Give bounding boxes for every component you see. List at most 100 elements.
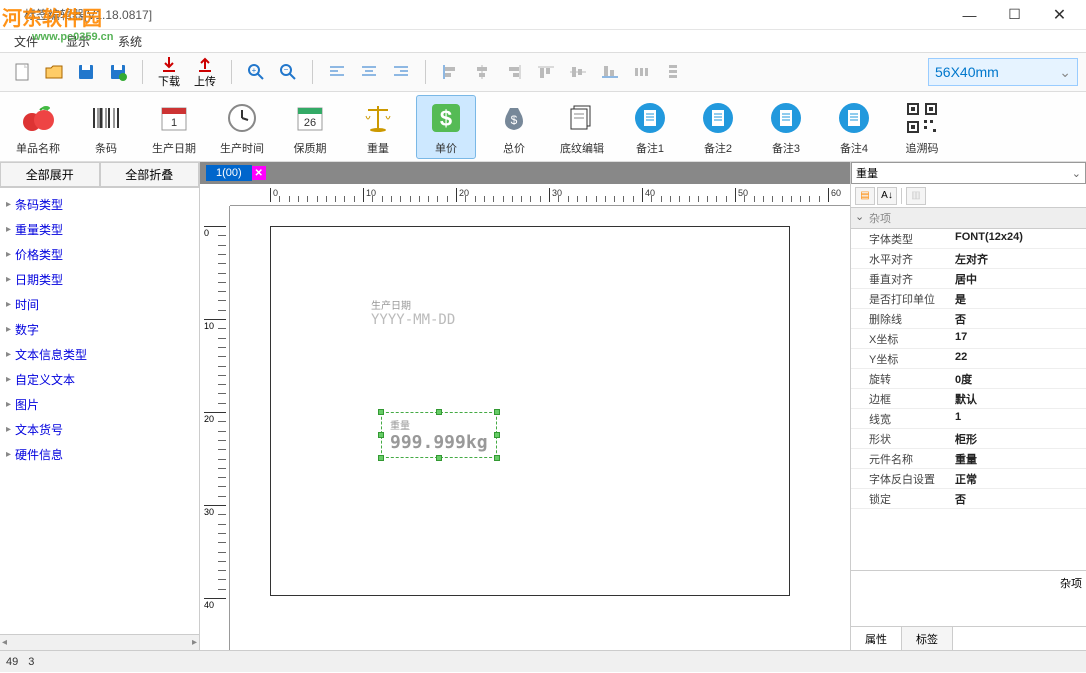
tool-clock[interactable]: 生产时间 <box>212 98 272 156</box>
close-button[interactable]: ✕ <box>1037 1 1082 29</box>
tool-doc-blue[interactable]: 备注4 <box>824 98 884 156</box>
save-button[interactable] <box>72 58 100 86</box>
property-row[interactable]: 是否打印单位是 <box>851 289 1086 309</box>
minimize-button[interactable]: — <box>947 1 992 29</box>
tool-apples[interactable]: 单品名称 <box>8 98 68 156</box>
property-row[interactable]: 删除线否 <box>851 309 1086 329</box>
prop-pages-button[interactable]: ▥ <box>906 187 926 205</box>
align-center-button[interactable] <box>355 58 383 86</box>
tool-doc-blue[interactable]: 备注2 <box>688 98 748 156</box>
menu-file[interactable]: 文件 <box>8 31 44 52</box>
obj-align-top-button[interactable] <box>532 58 560 86</box>
property-row[interactable]: 水平对齐左对齐 <box>851 249 1086 269</box>
tool-doc-blue[interactable]: 备注3 <box>756 98 816 156</box>
open-button[interactable] <box>40 58 68 86</box>
ruler-horizontal: 0102030405060 <box>230 184 850 206</box>
tool-barcode[interactable]: 条码 <box>76 98 136 156</box>
tree-item[interactable]: 价格类型 <box>4 242 195 267</box>
tab-close-button[interactable]: ✕ <box>252 166 266 180</box>
distribute-v-button[interactable] <box>660 58 688 86</box>
property-row[interactable]: Y坐标22 <box>851 349 1086 369</box>
design-surface[interactable]: 生产日期 YYYY-MM-DD 重量 999.999kg <box>230 206 850 650</box>
obj-align-right-button[interactable] <box>500 58 528 86</box>
property-row[interactable]: 旋转0度 <box>851 369 1086 389</box>
tool-calendar-green[interactable]: 26保质期 <box>280 98 340 156</box>
tree-item[interactable]: 自定义文本 <box>4 367 195 392</box>
property-row[interactable]: 垂直对齐居中 <box>851 269 1086 289</box>
obj-align-center-h-button[interactable] <box>468 58 496 86</box>
tree-item[interactable]: 硬件信息 <box>4 442 195 467</box>
tree-item[interactable]: 条码类型 <box>4 192 195 217</box>
new-button[interactable] <box>8 58 36 86</box>
barcode-icon <box>86 98 126 138</box>
maximize-button[interactable]: ☐ <box>992 1 1037 29</box>
zoom-out-button[interactable]: − <box>274 58 302 86</box>
property-row[interactable]: 形状柜形 <box>851 429 1086 449</box>
property-row[interactable]: 字体类型FONT(12x24) <box>851 229 1086 249</box>
size-selector[interactable]: 56X40mm ⌄ <box>928 58 1078 86</box>
distribute-h-button[interactable] <box>628 58 656 86</box>
field-weight[interactable]: 重量 999.999kg <box>381 412 497 458</box>
properties-header[interactable]: 重量 <box>851 162 1086 184</box>
save-as-button[interactable] <box>104 58 132 86</box>
scrollbar-h[interactable]: ◂▸ <box>0 634 199 650</box>
tree-item[interactable]: 文本信息类型 <box>4 342 195 367</box>
doc-blue-icon <box>630 98 670 138</box>
zoom-in-button[interactable]: + <box>242 58 270 86</box>
tree-item[interactable]: 图片 <box>4 392 195 417</box>
property-row[interactable]: 元件名称重量 <box>851 449 1086 469</box>
tool-pages[interactable]: 底纹编辑 <box>552 98 612 156</box>
upload-button[interactable]: 上传 <box>189 55 221 89</box>
properties-toolbar: ▤ A↓ ▥ <box>851 184 1086 208</box>
property-row[interactable]: 锁定否 <box>851 489 1086 509</box>
statusbar: 49 3 <box>0 650 1086 672</box>
tab-labels[interactable]: 标签 <box>902 627 953 650</box>
doc-blue-icon <box>698 98 738 138</box>
label-canvas[interactable]: 生产日期 YYYY-MM-DD 重量 999.999kg <box>270 226 790 596</box>
tree-item[interactable]: 重量类型 <box>4 217 195 242</box>
obj-align-left-button[interactable] <box>436 58 464 86</box>
align-right-button[interactable] <box>387 58 415 86</box>
tool-doc-blue[interactable]: 备注1 <box>620 98 680 156</box>
tool-dollar-green[interactable]: $单价 <box>416 95 476 159</box>
tab-properties[interactable]: 属性 <box>851 627 902 650</box>
download-button[interactable]: 下载 <box>153 55 185 89</box>
properties-panel: 重量 ▤ A↓ ▥ 杂项 字体类型FONT(12x24)水平对齐左对齐垂直对齐居… <box>850 162 1086 650</box>
sidebar-left: 全部展开 全部折叠 条码类型重量类型价格类型日期类型时间数字文本信息类型自定义文… <box>0 162 200 650</box>
property-row[interactable]: X坐标17 <box>851 329 1086 349</box>
property-row[interactable]: 字体反白设置正常 <box>851 469 1086 489</box>
status-y: 3 <box>28 656 34 668</box>
window-title: 标签编辑器[V1.18.0817] <box>4 6 947 23</box>
property-row[interactable]: 边框默认 <box>851 389 1086 409</box>
doc-blue-icon <box>834 98 874 138</box>
clock-icon <box>222 98 262 138</box>
properties-description: 杂项 <box>851 570 1086 626</box>
menubar: 文件 显示 系统 <box>0 30 1086 52</box>
calendar-green-icon: 26 <box>290 98 330 138</box>
obj-align-bottom-button[interactable] <box>596 58 624 86</box>
tool-calendar-red[interactable]: 1生产日期 <box>144 98 204 156</box>
document-tab[interactable]: 1(00) <box>206 165 252 181</box>
money-bag-icon: $ <box>494 98 534 138</box>
menu-system[interactable]: 系统 <box>112 31 148 52</box>
obj-align-middle-button[interactable] <box>564 58 592 86</box>
svg-text:+: + <box>252 66 257 75</box>
tree-item[interactable]: 日期类型 <box>4 267 195 292</box>
property-row[interactable]: 线宽1 <box>851 409 1086 429</box>
scales-icon <box>358 98 398 138</box>
tree-item[interactable]: 时间 <box>4 292 195 317</box>
tree-item[interactable]: 数字 <box>4 317 195 342</box>
tool-qr[interactable]: 追溯码 <box>892 98 952 156</box>
align-left-button[interactable] <box>323 58 351 86</box>
tool-money-bag[interactable]: $总价 <box>484 98 544 156</box>
expand-all-button[interactable]: 全部展开 <box>0 162 100 187</box>
properties-grid: 字体类型FONT(12x24)水平对齐左对齐垂直对齐居中是否打印单位是删除线否X… <box>851 229 1086 570</box>
tree-item[interactable]: 文本货号 <box>4 417 195 442</box>
prop-sort-button[interactable]: A↓ <box>877 187 897 205</box>
field-production-date[interactable]: 生产日期 YYYY-MM-DD <box>371 297 455 328</box>
tool-scales[interactable]: 重量 <box>348 98 408 156</box>
prop-categorize-button[interactable]: ▤ <box>855 187 875 205</box>
properties-section-misc[interactable]: 杂项 <box>851 208 1086 229</box>
menu-display[interactable]: 显示 <box>60 31 96 52</box>
collapse-all-button[interactable]: 全部折叠 <box>100 162 200 187</box>
